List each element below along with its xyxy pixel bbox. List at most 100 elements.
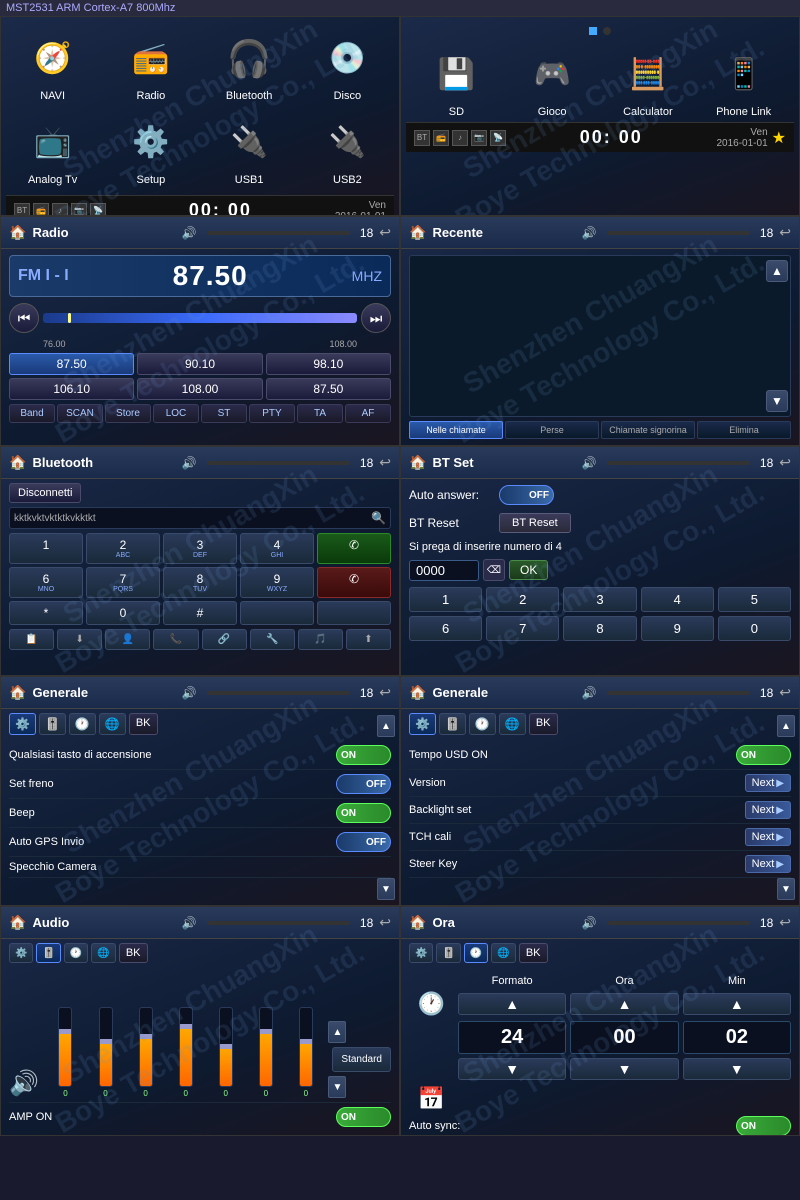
audio-tab-settings[interactable]: ⚙️ [9, 943, 33, 963]
bt-num-2[interactable]: 2ABC [86, 533, 160, 564]
gen2-vol-icon[interactable]: 🔊 [582, 686, 597, 700]
audio-band-400hz-track[interactable] [139, 1007, 153, 1087]
ora-tab-eq[interactable]: 🎚️ [436, 943, 460, 963]
gen2-bk-button[interactable]: BK [529, 713, 558, 735]
gen1-bk-button[interactable]: BK [129, 713, 158, 735]
ora-min-up[interactable]: ▲ [683, 993, 791, 1015]
radio-next-button[interactable]: ⏭ [361, 303, 391, 333]
btset-key-2[interactable]: 2 [486, 587, 559, 612]
ora-formato-down[interactable]: ▼ [458, 1058, 566, 1080]
radio-ctrl-ta[interactable]: TA [297, 404, 343, 423]
ora-vol-icon[interactable]: 🔊 [582, 916, 597, 930]
ora-min-down[interactable]: ▼ [683, 1058, 791, 1080]
btset-key-6[interactable]: 6 [409, 616, 482, 641]
radio-ctrl-loc[interactable]: LOC [153, 404, 199, 423]
gen2-back-icon[interactable]: ↩ [779, 684, 791, 701]
bt-num-1[interactable]: 1 [9, 533, 83, 564]
bt-vol-icon[interactable]: 🔊 [182, 456, 197, 470]
bt-num-9[interactable]: 9WXYZ [240, 567, 314, 598]
app-usb2[interactable]: 🔌 USB2 [301, 111, 394, 190]
ora-tab-clock[interactable]: 🕐 [464, 943, 488, 963]
bt-action-7[interactable]: ⬆ [346, 629, 391, 650]
app-gioco[interactable]: 🎮 Gioco [507, 43, 598, 122]
gen1-vol-icon[interactable]: 🔊 [182, 686, 197, 700]
bt-action-6[interactable]: 🎵 [298, 629, 343, 650]
ora-tab-globe[interactable]: 🌐 [491, 943, 515, 963]
radio-ctrl-scan[interactable]: SCAN [57, 404, 103, 423]
app-bluetooth[interactable]: 🎧 Bluetooth [203, 27, 296, 106]
recente-scroll-up[interactable]: ▲ [766, 260, 788, 282]
gen2-tab-clock[interactable]: 🕐 [469, 713, 496, 735]
bt-action-2[interactable]: 👤 [105, 629, 150, 650]
gen1-tab-clock[interactable]: 🕐 [69, 713, 96, 735]
bt-num-star[interactable]: * [9, 601, 83, 625]
app-calculator[interactable]: 🧮 Calculator [603, 43, 694, 122]
app-navi[interactable]: 🧭 NAVI [6, 27, 99, 106]
app-analogtv[interactable]: 📺 Analog Tv [6, 111, 99, 190]
audio-vol-icon-header[interactable]: 🔊 [182, 916, 197, 930]
gen1-tab-globe[interactable]: 🌐 [99, 713, 126, 735]
btset-del-button[interactable]: ⌫ [483, 559, 505, 581]
audio-bk-button[interactable]: BK [119, 943, 148, 963]
btset-key-9[interactable]: 9 [641, 616, 714, 641]
ora-back-icon[interactable]: ↩ [779, 914, 791, 931]
bt-action-5[interactable]: 🔧 [250, 629, 295, 650]
btset-key-7[interactable]: 7 [486, 616, 559, 641]
bt-call-green[interactable]: ✆ [317, 533, 391, 564]
radio-preset-4[interactable]: 108.00 [137, 378, 262, 400]
ora-sync-toggle[interactable]: ON [736, 1116, 791, 1136]
recente-back-icon[interactable]: ↩ [779, 224, 791, 241]
bt-back-icon[interactable]: ↩ [379, 454, 391, 471]
tab-perse[interactable]: Perse [505, 421, 599, 439]
radio-preset-5[interactable]: 87.50 [266, 378, 391, 400]
bt-call-red[interactable]: ✆ [317, 567, 391, 598]
bt-action-3[interactable]: 📞 [153, 629, 198, 650]
app-usb1[interactable]: 🔌 USB1 [203, 111, 296, 190]
app-sd[interactable]: 💾 SD [411, 43, 502, 122]
radio-ctrl-store[interactable]: Store [105, 404, 151, 423]
gen2-tab-settings[interactable]: ⚙️ [409, 713, 436, 735]
app-radio[interactable]: 📻 Radio [104, 27, 197, 106]
bt-disconnect-button[interactable]: Disconnetti [9, 483, 81, 503]
radio-ctrl-st[interactable]: ST [201, 404, 247, 423]
gen2-tab-eq[interactable]: 🎚️ [439, 713, 466, 735]
gen2-tab-globe[interactable]: 🌐 [499, 713, 526, 735]
gen1-back-icon[interactable]: ↩ [379, 684, 391, 701]
radio-home-icon[interactable]: 🏠 [9, 224, 26, 241]
radio-vol-icon[interactable]: 🔊 [182, 226, 197, 240]
btset-reset-button[interactable]: BT Reset [499, 513, 571, 533]
btset-ok-button[interactable]: OK [509, 560, 548, 580]
audio-tab-clock[interactable]: 🕐 [64, 943, 88, 963]
audio-scroll-down[interactable]: ▼ [328, 1076, 346, 1098]
btset-key-8[interactable]: 8 [563, 616, 636, 641]
radio-preset-2[interactable]: 98.10 [266, 353, 391, 375]
radio-ctrl-pty[interactable]: PTY [249, 404, 295, 423]
gen2-scroll-up[interactable]: ▲ [777, 715, 795, 737]
gen1-home-icon[interactable]: 🏠 [9, 684, 26, 701]
ora-bk-button[interactable]: BK [519, 943, 548, 963]
audio-tab-globe[interactable]: 🌐 [91, 943, 115, 963]
bt-num-8[interactable]: 8TUV [163, 567, 237, 598]
ora-tab-settings[interactable]: ⚙️ [409, 943, 433, 963]
bt-num-7[interactable]: 7PQRS [86, 567, 160, 598]
radio-slider-track[interactable] [43, 313, 357, 323]
gen1-scroll-up[interactable]: ▲ [377, 715, 395, 737]
bt-num-hash[interactable]: # [163, 601, 237, 625]
audio-band-1khz-track[interactable] [179, 1007, 193, 1087]
bt-num-4[interactable]: 4GHI [240, 533, 314, 564]
radio-preset-0[interactable]: 87.50 [9, 353, 134, 375]
bt-search-icon[interactable]: 🔍 [371, 511, 386, 525]
bt-action-0[interactable]: 📋 [9, 629, 54, 650]
audio-band-150hz-track[interactable] [99, 1007, 113, 1087]
audio-band-60hz-track[interactable] [58, 1007, 72, 1087]
audio-standard-button[interactable]: Standard [332, 1047, 391, 1072]
btset-key-4[interactable]: 4 [641, 587, 714, 612]
ora-ora-down[interactable]: ▼ [570, 1058, 678, 1080]
radio-back-icon[interactable]: ↩ [379, 224, 391, 241]
tab-chiamate-signorina[interactable]: Chiamate signorina [601, 421, 695, 439]
gen1-tab-eq[interactable]: 🎚️ [39, 713, 66, 735]
gen1-scroll-down[interactable]: ▼ [377, 878, 395, 900]
radio-ctrl-band[interactable]: Band [9, 404, 55, 423]
audio-amp-toggle[interactable]: ON [336, 1107, 391, 1127]
btset-key-5[interactable]: 5 [718, 587, 791, 612]
